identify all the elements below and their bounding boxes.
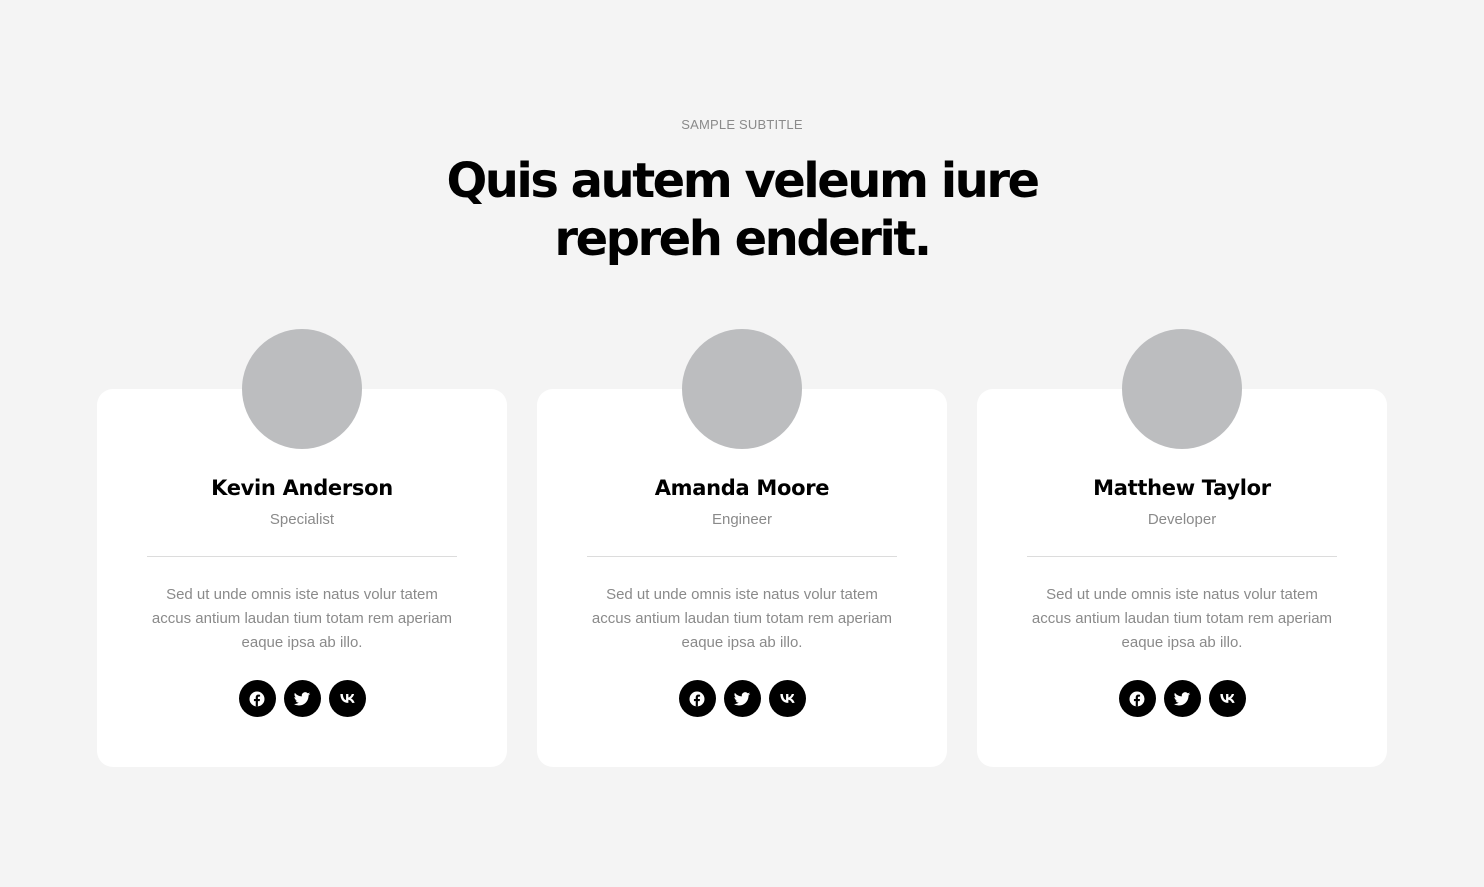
vk-button[interactable] [768,680,806,717]
vk-icon [1219,693,1235,703]
member-role: Developer [1147,511,1217,528]
member-name: Amanda Moore [654,476,830,500]
section-title: Quis autem veleum iure repreh enderit. [342,152,1142,268]
social-links [977,680,1387,718]
card-divider [147,556,457,557]
card-divider [1027,556,1337,557]
vk-icon [339,693,355,703]
member-role: Specialist [269,511,335,528]
member-name: Matthew Taylor [1093,476,1271,500]
member-avatar [1122,329,1242,449]
facebook-icon [689,691,705,706]
twitter-button[interactable] [1163,680,1201,717]
vk-button[interactable] [1208,680,1246,717]
section-title-line-1: Quis autem veleum iure [446,153,1040,209]
facebook-button[interactable] [238,680,276,717]
social-links [537,680,947,718]
section-title-line-2: repreh enderit. [554,211,932,267]
card-divider [587,556,897,557]
facebook-button[interactable] [1118,680,1156,717]
twitter-button[interactable] [283,680,321,717]
member-avatar [682,329,802,449]
member-description: Sed ut unde omnis iste natus volur tatem… [1031,586,1333,651]
member-role: Engineer [711,511,773,528]
twitter-icon [733,691,751,706]
twitter-button[interactable] [723,680,761,717]
facebook-icon [1129,691,1145,706]
facebook-icon [249,691,265,706]
member-name: Kevin Anderson [211,476,393,500]
vk-icon [779,693,795,703]
social-links [97,680,507,718]
section-subtitle: SAMPLE SUBTITLE [681,117,803,132]
twitter-icon [1173,691,1191,706]
vk-button[interactable] [328,680,366,717]
member-description: Sed ut unde omnis iste natus volur tatem… [591,586,893,651]
facebook-button[interactable] [678,680,716,717]
member-description: Sed ut unde omnis iste natus volur tatem… [151,586,453,651]
twitter-icon [293,691,311,706]
member-avatar [242,329,362,449]
